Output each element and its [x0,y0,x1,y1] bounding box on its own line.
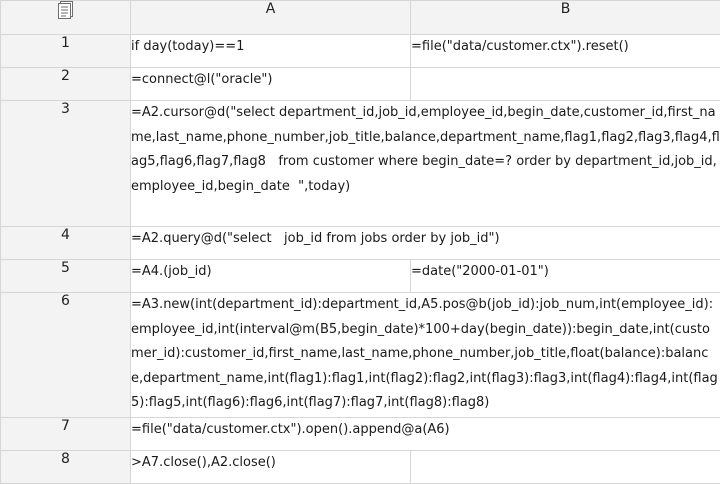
row-header[interactable]: 3 [0,100,131,227]
row-header[interactable]: 5 [0,259,131,293]
row-header[interactable]: 7 [0,417,131,451]
table-row: 2 =connect@l("oracle") [0,67,720,101]
cell-a1[interactable]: if day(today)==1 [130,34,411,68]
table-row: 3 =A2.cursor@d("select department_id,job… [0,100,720,227]
cell-b1[interactable]: =file("data/customer.ctx").reset() [410,34,720,68]
cell-a2[interactable]: =connect@l("oracle") [130,67,411,101]
cell-a7[interactable]: =file("data/customer.ctx").open().append… [130,417,720,451]
cell-a6[interactable]: =A3.new(int(department_id):department_id… [130,292,720,418]
table-row: 7 =file("data/customer.ctx").open().appe… [0,417,720,451]
sheet-icon [57,1,73,19]
row-header[interactable]: 6 [0,292,131,418]
cell-b8[interactable] [410,450,720,484]
row-header[interactable]: 1 [0,34,131,68]
cell-b2[interactable] [410,67,720,101]
cell-a4[interactable]: =A2.query@d("select job_id from jobs ord… [130,226,720,260]
cell-a5[interactable]: =A4.(job_id) [130,259,411,293]
spreadsheet-grid: A B 1 if day(today)==1 =file("data/custo… [0,0,720,484]
table-row: 1 if day(today)==1 =file("data/customer.… [0,34,720,68]
table-row: 4 =A2.query@d("select job_id from jobs o… [0,226,720,260]
column-header-a[interactable]: A [130,0,411,35]
select-all-corner[interactable] [0,0,131,35]
row-header[interactable]: 8 [0,450,131,484]
table-row: 6 =A3.new(int(department_id):department_… [0,292,720,418]
table-row: 8 >A7.close(),A2.close() [0,450,720,484]
cell-table: A B 1 if day(today)==1 =file("data/custo… [0,0,720,484]
row-header[interactable]: 4 [0,226,131,260]
row-header[interactable]: 2 [0,67,131,101]
table-row: 5 =A4.(job_id) =date("2000-01-01") [0,259,720,293]
column-header-row: A B [0,0,720,35]
cell-a3[interactable]: =A2.cursor@d("select department_id,job_i… [130,100,720,227]
cell-a8[interactable]: >A7.close(),A2.close() [130,450,411,484]
column-header-b[interactable]: B [410,0,720,35]
cell-b5[interactable]: =date("2000-01-01") [410,259,720,293]
